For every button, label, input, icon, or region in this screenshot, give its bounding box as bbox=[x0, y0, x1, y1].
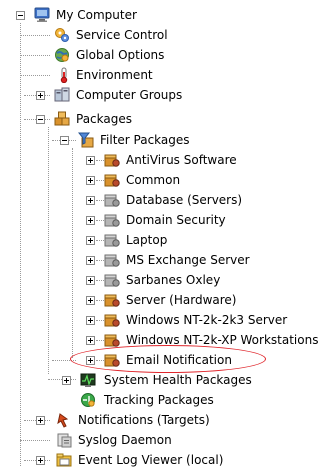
tree-node-domain-security[interactable]: Domain Security bbox=[0, 210, 326, 230]
collapse-toggle[interactable] bbox=[60, 136, 69, 145]
package-icon bbox=[104, 332, 120, 348]
expand-toggle[interactable] bbox=[86, 256, 95, 265]
tree-node-label: Sarbanes Oxley bbox=[126, 273, 221, 287]
tree-node-database-servers[interactable]: Database (Servers) bbox=[0, 190, 326, 210]
expand-toggle[interactable] bbox=[62, 376, 71, 385]
event-log-icon bbox=[56, 452, 72, 468]
highlight-ellipse bbox=[70, 345, 266, 373]
tree-node-tracking-packages[interactable]: Tracking Packages bbox=[0, 390, 326, 410]
tree-node-sarbanes-oxley[interactable]: Sarbanes Oxley bbox=[0, 270, 326, 290]
expand-toggle[interactable] bbox=[86, 196, 95, 205]
tree-node-label: Packages bbox=[76, 112, 132, 126]
expand-toggle[interactable] bbox=[36, 416, 45, 425]
tree-node-label: Database (Servers) bbox=[126, 193, 243, 207]
system-health-icon bbox=[80, 372, 96, 388]
package-gray-icon bbox=[104, 212, 120, 228]
tracking-icon bbox=[80, 392, 96, 408]
tree-node-label: Server (Hardware) bbox=[126, 293, 237, 307]
package-gray-icon bbox=[104, 232, 120, 248]
tree-node-event-log-viewer[interactable]: Event Log Viewer (local) bbox=[0, 450, 326, 470]
expand-toggle[interactable] bbox=[86, 316, 95, 325]
tree-node-label: Notifications (Targets) bbox=[78, 413, 210, 427]
tree-node-syslog-daemon[interactable]: Syslog Daemon bbox=[0, 430, 326, 450]
tree-node-label: Event Log Viewer (local) bbox=[78, 453, 224, 467]
package-gray-icon bbox=[104, 192, 120, 208]
tree-node-label: Environment bbox=[76, 68, 153, 82]
tree-node-common[interactable]: Common bbox=[0, 170, 326, 190]
expand-toggle[interactable] bbox=[86, 216, 95, 225]
tree-node-label: Laptop bbox=[126, 233, 168, 247]
expand-toggle[interactable] bbox=[86, 276, 95, 285]
computer-groups-icon bbox=[54, 87, 70, 103]
expand-toggle[interactable] bbox=[86, 176, 95, 185]
expand-toggle[interactable] bbox=[86, 296, 95, 305]
tree-node-label: Windows NT-2k-2k3 Server bbox=[126, 313, 288, 327]
tree-node-service-control[interactable]: Service Control bbox=[0, 25, 326, 45]
tree-node-server-hardware[interactable]: Server (Hardware) bbox=[0, 290, 326, 310]
package-icon bbox=[104, 172, 120, 188]
expand-toggle[interactable] bbox=[36, 91, 45, 100]
package-icon bbox=[104, 152, 120, 168]
collapse-toggle[interactable] bbox=[36, 115, 45, 124]
tree-node-packages[interactable]: Packages bbox=[0, 109, 326, 129]
filter-icon bbox=[77, 132, 94, 148]
tree-node-label: My Computer bbox=[56, 8, 137, 22]
tree-node-notifications-targets[interactable]: Notifications (Targets) bbox=[0, 410, 326, 430]
package-icon bbox=[104, 292, 120, 308]
tree-node-label: Syslog Daemon bbox=[78, 433, 172, 447]
tree-node-environment[interactable]: Environment bbox=[0, 65, 326, 85]
service-control-icon bbox=[54, 27, 70, 43]
notifications-icon bbox=[56, 412, 72, 428]
tree-view: My Computer Service Control Global Optio… bbox=[0, 0, 326, 468]
tree-node-system-health-packages[interactable]: System Health Packages bbox=[0, 370, 326, 390]
tree-node-label: Common bbox=[126, 173, 181, 187]
tree-node-label: AntiVirus Software bbox=[126, 153, 237, 167]
expand-toggle[interactable] bbox=[36, 456, 45, 465]
global-options-icon bbox=[54, 47, 70, 63]
expand-toggle[interactable] bbox=[86, 156, 95, 165]
tree-node-label: Filter Packages bbox=[100, 133, 190, 147]
tree-node-label: Global Options bbox=[76, 48, 165, 62]
tree-node-label: MS Exchange Server bbox=[126, 253, 250, 267]
tree-node-label: System Health Packages bbox=[104, 373, 252, 387]
computer-icon bbox=[34, 7, 50, 23]
syslog-icon bbox=[56, 432, 72, 448]
thermometer-icon bbox=[56, 67, 72, 84]
expand-toggle[interactable] bbox=[86, 236, 95, 245]
tree-node-global-options[interactable]: Global Options bbox=[0, 45, 326, 65]
packages-icon bbox=[54, 111, 70, 127]
package-icon bbox=[104, 312, 120, 328]
tree-node-label: Domain Security bbox=[126, 213, 226, 227]
tree-node-laptop[interactable]: Laptop bbox=[0, 230, 326, 250]
tree-node-windows-nt-2k-2k3-server[interactable]: Windows NT-2k-2k3 Server bbox=[0, 310, 326, 330]
tree-node-filter-packages[interactable]: Filter Packages bbox=[0, 130, 326, 150]
package-gray-icon bbox=[104, 252, 120, 268]
tree-node-my-computer[interactable]: My Computer bbox=[0, 5, 326, 25]
package-gray-icon bbox=[104, 272, 120, 288]
tree-node-label: Computer Groups bbox=[76, 88, 183, 102]
tree-node-computer-groups[interactable]: Computer Groups bbox=[0, 85, 326, 105]
tree-node-ms-exchange-server[interactable]: MS Exchange Server bbox=[0, 250, 326, 270]
tree-node-antivirus-software[interactable]: AntiVirus Software bbox=[0, 150, 326, 170]
tree-node-label: Tracking Packages bbox=[104, 393, 214, 407]
collapse-toggle[interactable] bbox=[16, 11, 25, 20]
tree-node-label: Service Control bbox=[76, 28, 168, 42]
expand-toggle[interactable] bbox=[86, 336, 95, 345]
